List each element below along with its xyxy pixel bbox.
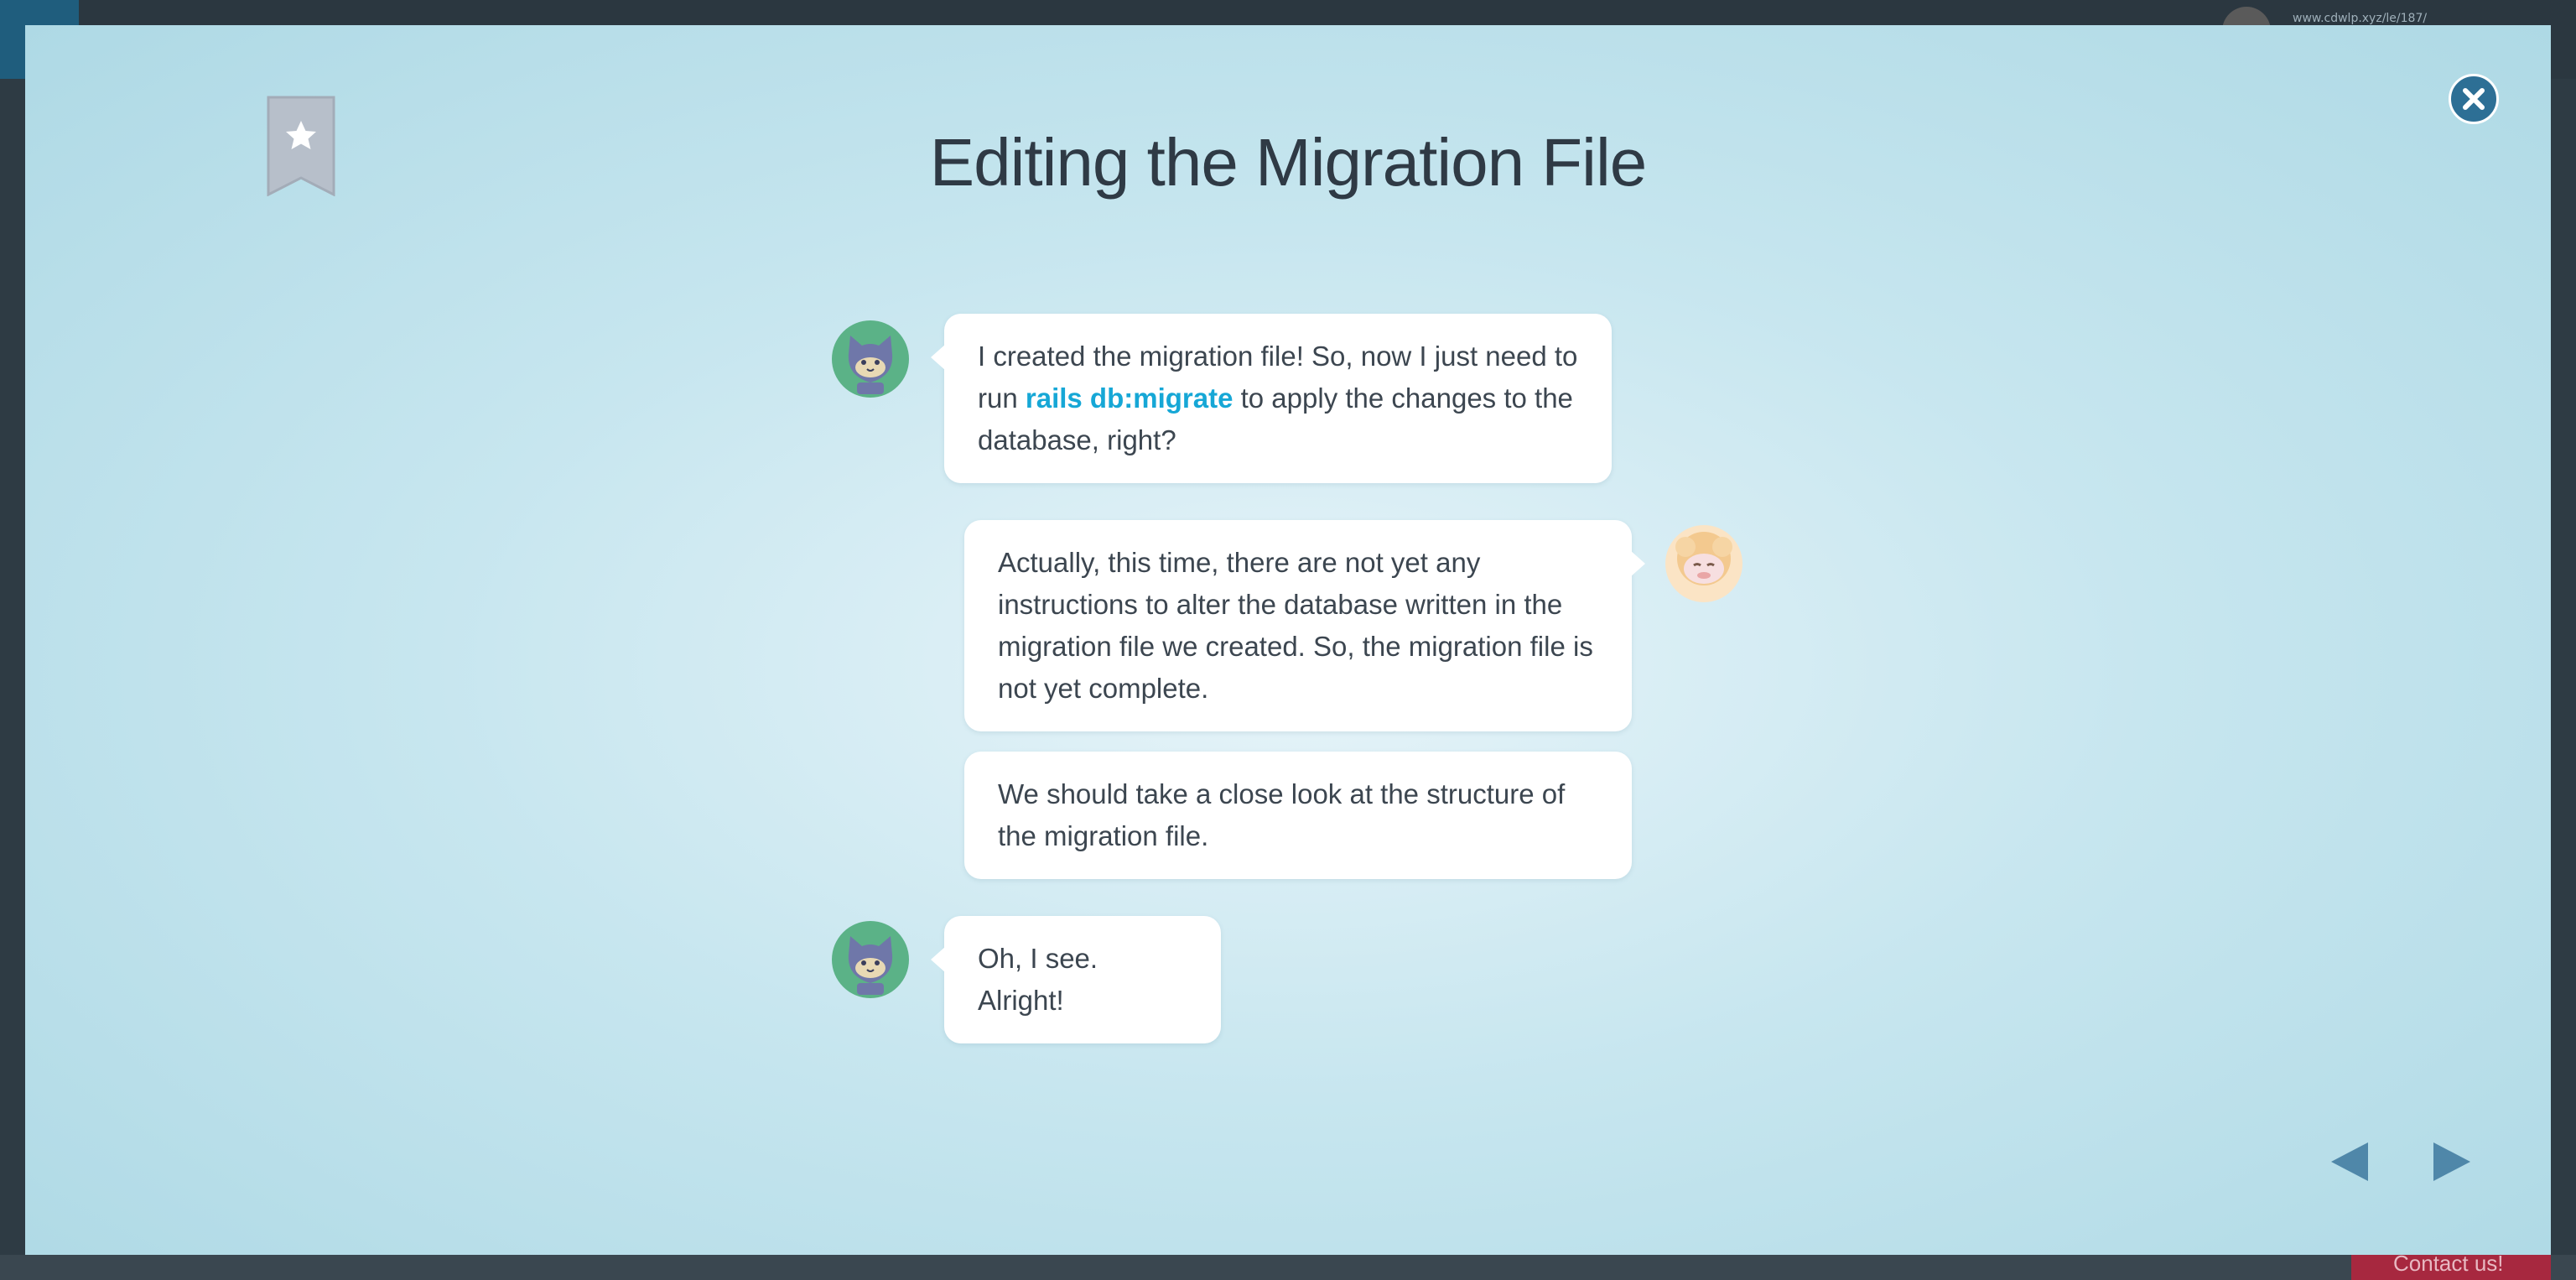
message-text: Actually, this time, there are not yet a… [998, 547, 1593, 704]
background-bottom-bar [0, 1255, 2576, 1280]
message-bubble: We should take a close look at the struc… [964, 752, 1632, 879]
cat-avatar [832, 921, 909, 998]
message-text: Oh, I see. Alright! [978, 943, 1098, 1016]
message-bubble: Actually, this time, there are not yet a… [964, 520, 1645, 731]
prev-arrow-icon[interactable] [2329, 1141, 2370, 1183]
lesson-modal: Editing the Migration File I created the… [25, 25, 2551, 1255]
message-bubble: I created the migration file! So, now I … [931, 314, 1612, 483]
next-arrow-icon[interactable] [2432, 1141, 2472, 1183]
cat-avatar [832, 320, 909, 398]
sheep-avatar [1665, 525, 1742, 602]
dialogue: I created the migration file! So, now I … [25, 25, 2551, 1255]
code-snippet: rails db:migrate [1025, 382, 1233, 414]
message-text: We should take a close look at the struc… [998, 778, 1566, 851]
background-url-text: www.cdwlp.xyz/le/187/ [2293, 12, 2428, 25]
message-bubble: Oh, I see. Alright! [931, 916, 1221, 1043]
